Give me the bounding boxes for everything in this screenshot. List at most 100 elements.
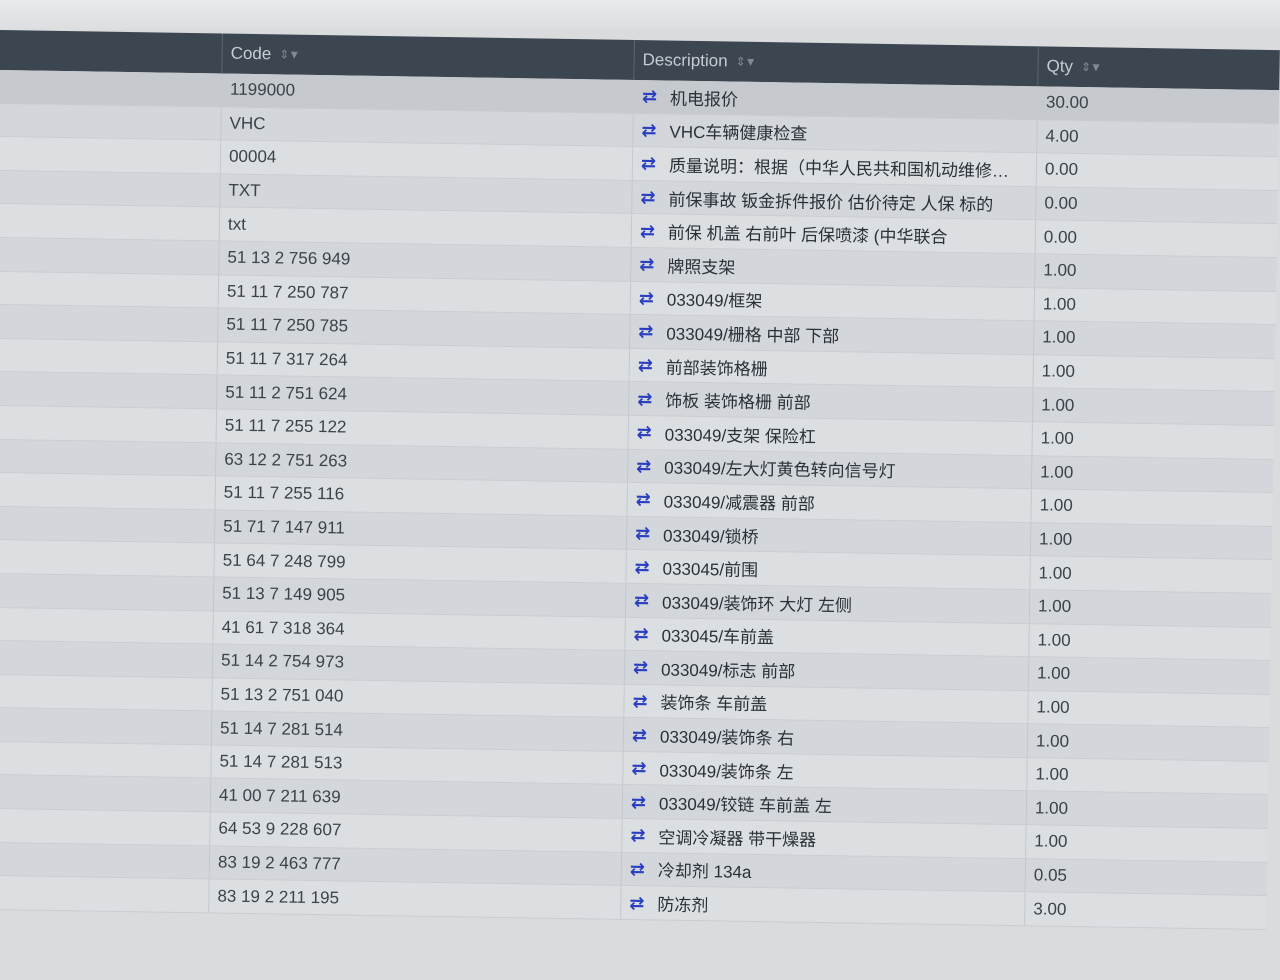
code-cell[interactable]: 64 53 9 228 607 (209, 812, 622, 852)
swap-arrows-icon[interactable]: ⇄ (637, 422, 659, 442)
description-cell[interactable]: ⇄ 空调冷凝器 带干燥器 (621, 818, 1026, 858)
qty-cell[interactable]: 1.00 (1029, 522, 1273, 560)
description-cell[interactable]: ⇄ VHC车辆健康检查 (632, 113, 1037, 153)
code-cell[interactable]: 00004 (219, 140, 633, 180)
swap-arrows-icon[interactable]: ⇄ (642, 86, 664, 106)
sort-filter-icon[interactable]: ⇕▼ (279, 47, 299, 61)
swap-arrows-icon[interactable]: ⇄ (629, 893, 651, 913)
qty-cell[interactable]: 1.00 (1033, 287, 1277, 325)
swap-arrows-icon[interactable]: ⇄ (636, 456, 658, 476)
code-cell[interactable]: 51 14 2 754 973 (211, 644, 625, 684)
code-cell[interactable]: VHC (220, 107, 633, 147)
code-cell[interactable]: 51 64 7 248 799 (213, 543, 626, 583)
description-cell[interactable]: ⇄ 033049/左大灯黄色转向信号灯 (626, 449, 1032, 489)
qty-cell[interactable]: 1.00 (1027, 657, 1271, 694)
description-cell[interactable]: ⇄ 033049/装饰环 大灯 左侧 (624, 583, 1030, 623)
swap-arrows-icon[interactable]: ⇄ (638, 355, 660, 375)
code-cell[interactable]: 51 13 2 756 949 (218, 241, 631, 281)
code-cell[interactable]: 51 13 7 149 905 (212, 577, 626, 617)
description-cell[interactable]: ⇄ 033049/框架 (629, 281, 1035, 321)
qty-cell[interactable]: 1.00 (1030, 455, 1274, 493)
qty-cell[interactable]: 1.00 (1025, 791, 1269, 829)
description-cell[interactable]: ⇄ 033049/铰链 车前盖 左 (621, 785, 1027, 825)
description-cell[interactable]: ⇄ 冷却剂 134a (620, 852, 1026, 892)
description-cell[interactable]: ⇄ 033049/装饰条 左 (622, 751, 1027, 791)
code-cell[interactable]: txt (218, 207, 632, 247)
description-cell[interactable]: ⇄ 装饰条 车前盖 (623, 684, 1028, 724)
qty-cell[interactable]: 1.00 (1030, 489, 1273, 526)
description-cell[interactable]: ⇄ 033049/减震器 前部 (626, 483, 1031, 522)
swap-arrows-icon[interactable]: ⇄ (640, 187, 662, 207)
qty-cell[interactable]: 1.00 (1028, 590, 1272, 627)
code-cell[interactable]: 51 71 7 147 911 (213, 510, 627, 550)
code-cell[interactable]: 51 11 7 255 116 (214, 476, 627, 516)
qty-cell[interactable]: 0.00 (1035, 187, 1278, 224)
swap-arrows-icon[interactable]: ⇄ (633, 624, 655, 644)
swap-arrows-icon[interactable]: ⇄ (639, 288, 661, 308)
header-code[interactable]: Code ⇕▼ (221, 33, 634, 80)
qty-cell[interactable]: 1.00 (1031, 388, 1275, 425)
swap-arrows-icon[interactable]: ⇄ (638, 322, 660, 342)
description-cell[interactable]: ⇄ 前保事故 钣金拆件报价 估价待定 人保 标的 (631, 180, 1036, 220)
swap-arrows-icon[interactable]: ⇄ (631, 758, 653, 778)
description-cell[interactable]: ⇄ 质量说明：根据（中华人民共和国机动维修… (631, 147, 1037, 187)
description-cell[interactable]: ⇄ 033049/栅格 中部 下部 (629, 315, 1034, 355)
description-cell[interactable]: ⇄ 牌照支架 (630, 247, 1035, 287)
qty-cell[interactable]: 0.00 (1034, 220, 1278, 258)
swap-arrows-icon[interactable]: ⇄ (641, 120, 663, 140)
description-cell[interactable]: ⇄ 防冻剂 (620, 886, 1025, 926)
code-cell[interactable]: 51 11 7 250 787 (217, 275, 631, 315)
code-cell[interactable]: 83 19 2 211 195 (208, 879, 621, 919)
swap-arrows-icon[interactable]: ⇄ (630, 859, 652, 879)
code-cell[interactable]: 63 12 2 751 263 (215, 442, 628, 483)
code-cell[interactable]: 51 13 2 751 040 (211, 678, 624, 718)
swap-arrows-icon[interactable]: ⇄ (634, 590, 656, 610)
swap-arrows-icon[interactable]: ⇄ (640, 221, 662, 241)
description-cell[interactable]: ⇄ 033049/标志 前部 (623, 650, 1029, 690)
swap-arrows-icon[interactable]: ⇄ (631, 792, 653, 812)
qty-cell[interactable]: 1.00 (1029, 556, 1272, 593)
description-cell[interactable]: ⇄ 033045/车前盖 (624, 617, 1029, 657)
qty-cell[interactable]: 1.00 (1031, 422, 1274, 459)
code-cell[interactable]: 41 00 7 211 639 (209, 778, 623, 818)
swap-arrows-icon[interactable]: ⇄ (634, 557, 657, 577)
code-cell[interactable]: TXT (219, 174, 632, 214)
description-cell[interactable]: ⇄ 033049/锁桥 (625, 516, 1031, 556)
qty-cell[interactable]: 1.00 (1034, 254, 1277, 291)
description-cell[interactable]: ⇄ 033049/支架 保险杠 (627, 415, 1032, 455)
qty-cell[interactable]: 1.00 (1026, 724, 1270, 761)
swap-arrows-icon[interactable]: ⇄ (630, 825, 652, 845)
swap-arrows-icon[interactable]: ⇄ (632, 691, 654, 711)
sort-filter-icon[interactable]: ⇕▼ (736, 55, 756, 69)
qty-cell[interactable]: 0.05 (1024, 858, 1268, 896)
header-description[interactable]: Description ⇕▼ (633, 39, 1038, 87)
description-cell[interactable]: ⇄ 033049/装饰条 右 (622, 718, 1028, 758)
code-cell[interactable]: 51 11 2 751 624 (216, 375, 629, 415)
qty-cell[interactable]: 1.00 (1033, 321, 1276, 358)
swap-arrows-icon[interactable]: ⇄ (639, 254, 661, 274)
description-cell[interactable]: ⇄ 前保 机盖 右前叶 后保喷漆 (中华联合 (630, 214, 1036, 254)
description-cell[interactable]: ⇄ 机电报价 (632, 79, 1038, 119)
description-cell[interactable]: ⇄ 前部装饰格栅 (628, 348, 1034, 388)
qty-cell[interactable]: 4.00 (1036, 119, 1279, 157)
qty-cell[interactable]: 1.00 (1025, 825, 1268, 862)
code-cell[interactable]: 51 11 7 317 264 (216, 342, 630, 382)
code-cell[interactable]: 1199000 (220, 73, 634, 113)
swap-arrows-icon[interactable]: ⇄ (637, 389, 659, 409)
code-cell[interactable]: 41 61 7 318 364 (212, 610, 625, 650)
qty-cell[interactable]: 1.00 (1032, 355, 1275, 392)
description-cell[interactable]: ⇄ 饰板 装饰格栅 前部 (628, 382, 1033, 422)
swap-arrows-icon[interactable]: ⇄ (635, 523, 657, 543)
code-cell[interactable]: 51 14 7 281 513 (210, 745, 623, 785)
swap-arrows-icon[interactable]: ⇄ (633, 657, 655, 677)
qty-cell[interactable]: 30.00 (1036, 86, 1280, 123)
description-cell[interactable]: ⇄ 033045/前围 (625, 550, 1030, 590)
qty-cell[interactable]: 1.00 (1026, 758, 1269, 795)
swap-arrows-icon[interactable]: ⇄ (636, 489, 658, 509)
code-cell[interactable]: 51 11 7 255 122 (215, 409, 629, 449)
qty-cell[interactable]: 1.00 (1027, 690, 1270, 728)
qty-cell[interactable]: 3.00 (1024, 892, 1267, 929)
swap-arrows-icon[interactable]: ⇄ (641, 154, 663, 174)
code-cell[interactable]: 51 11 7 250 785 (217, 308, 630, 348)
header-qty[interactable]: Qty ⇕▼ (1037, 46, 1280, 91)
